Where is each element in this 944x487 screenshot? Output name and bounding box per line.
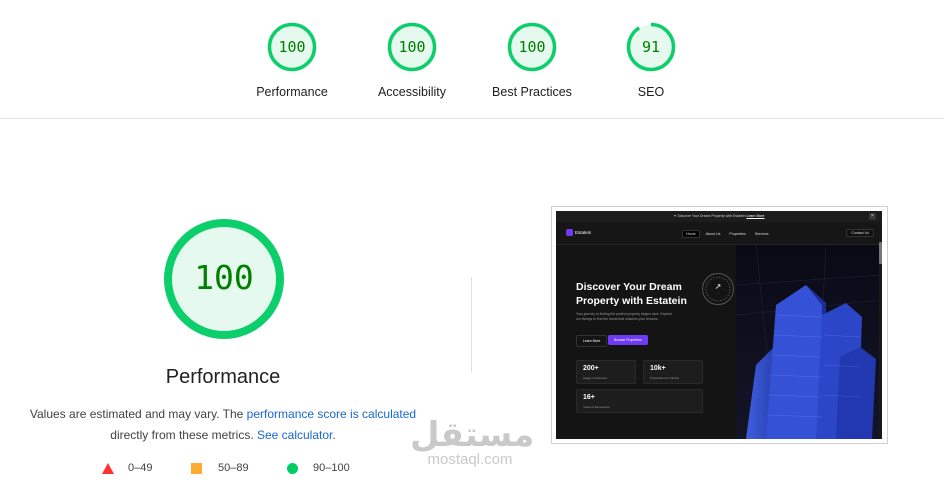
performance-score: 100 [194,258,254,297]
stat-card: 10k+ Properties For Clients [643,360,703,384]
gauge-score: 100 [398,38,426,56]
site-navbar: Estatein Home About Us Properties Services … [556,222,882,245]
gauge-label: SEO [637,85,665,99]
legend-range: 90–100 [313,462,350,474]
gauge-accessibility[interactable]: 100 Accessibility [342,22,482,99]
legend-pass: 90–100 [287,462,350,474]
gauge-seo[interactable]: 91 SEO [581,22,721,99]
performance-score-link[interactable]: performance score is calculated [247,407,416,421]
learn-more-button: Learn More [576,335,608,347]
performance-title: Performance [165,366,281,388]
final-screenshot[interactable]: ✦ Discover Your Dream Property with Esta… [551,206,888,444]
stat-value: 200+ [583,365,599,372]
section-divider [0,118,944,119]
site-logo: Estatein [566,229,591,236]
watermark-latin: mostaql.com [427,451,513,468]
circle-icon [287,462,298,474]
gauge-ring: 100 [267,22,317,72]
legend-range: 50–89 [218,462,249,474]
performance-description: Values are estimated and may vary. The p… [20,404,426,446]
gauge-ring: 100 [507,22,557,72]
square-icon [191,462,202,474]
desc-text: Values are estimated and may vary. The [29,407,247,421]
stat-label: Happy Customers [583,376,608,380]
desc-text: . [332,428,336,442]
close-icon: ✕ [869,213,876,220]
gauge-score: 91 [641,38,661,56]
watermark-arabic: مستقل [410,415,535,455]
gauge-label: Performance [256,85,328,99]
stat-card: 200+ Happy Customers [576,360,636,384]
legend-range: 0–49 [128,462,153,474]
contact-button: Contact Us [846,229,874,237]
stat-label: Years of Experience [583,405,610,409]
stat-label: Properties For Clients [650,376,680,380]
nav-link: Services [754,232,769,236]
promo-link: Learn More [746,214,765,218]
stat-value: 10k+ [650,365,666,372]
arrow-up-right-icon: ↗ [714,282,722,291]
promo-banner: ✦ Discover Your Dream Property with Esta… [556,211,882,222]
scroll-thumb [879,242,882,264]
see-calculator-link[interactable]: See calculator [257,428,332,442]
logo-text: Estatein [575,230,592,235]
legend-average: 50–89 [191,462,249,474]
nav-link: About Us [705,232,721,236]
hero-subtitle: Your journey to finding the perfect prop… [576,312,673,321]
gauge-ring: 91 [626,22,676,72]
watermark: مستقل mostaql.com [410,415,535,468]
score-legend: 0–49 50–89 90–100 [0,462,446,480]
nav-link: Properties [729,232,746,236]
site-nav-links: Home About Us Properties Services [682,230,775,238]
stat-value: 16+ [583,394,595,401]
screenshot-website: ✦ Discover Your Dream Property with Esta… [556,211,882,439]
nav-link: Home [682,230,700,238]
gauge-score: 100 [278,38,306,56]
gauge-label: Accessibility [377,85,447,99]
performance-gauge-large: 100 [163,218,285,340]
desc-text: directly from these metrics. [110,428,257,442]
promo-text: ✦ Discover Your Dream Property with Esta… [673,214,746,218]
gauge-score: 100 [518,38,546,56]
building-illustration [736,245,882,439]
stat-card: 16+ Years of Experience [576,389,703,413]
triangle-icon [102,462,114,474]
gauge-performance[interactable]: 100 Performance [222,22,362,99]
vertical-divider [471,277,472,372]
legend-fail: 0–49 [102,462,152,474]
screenshot-scrollbar [879,222,882,439]
browse-properties-button: Browse Properties [608,335,648,345]
gauge-ring: 100 [387,22,437,72]
explore-badge: ↗ [702,273,734,305]
logo-icon [566,229,573,236]
category-gauges: 100 Performance 100 Accessibility 100 Be… [0,0,944,118]
